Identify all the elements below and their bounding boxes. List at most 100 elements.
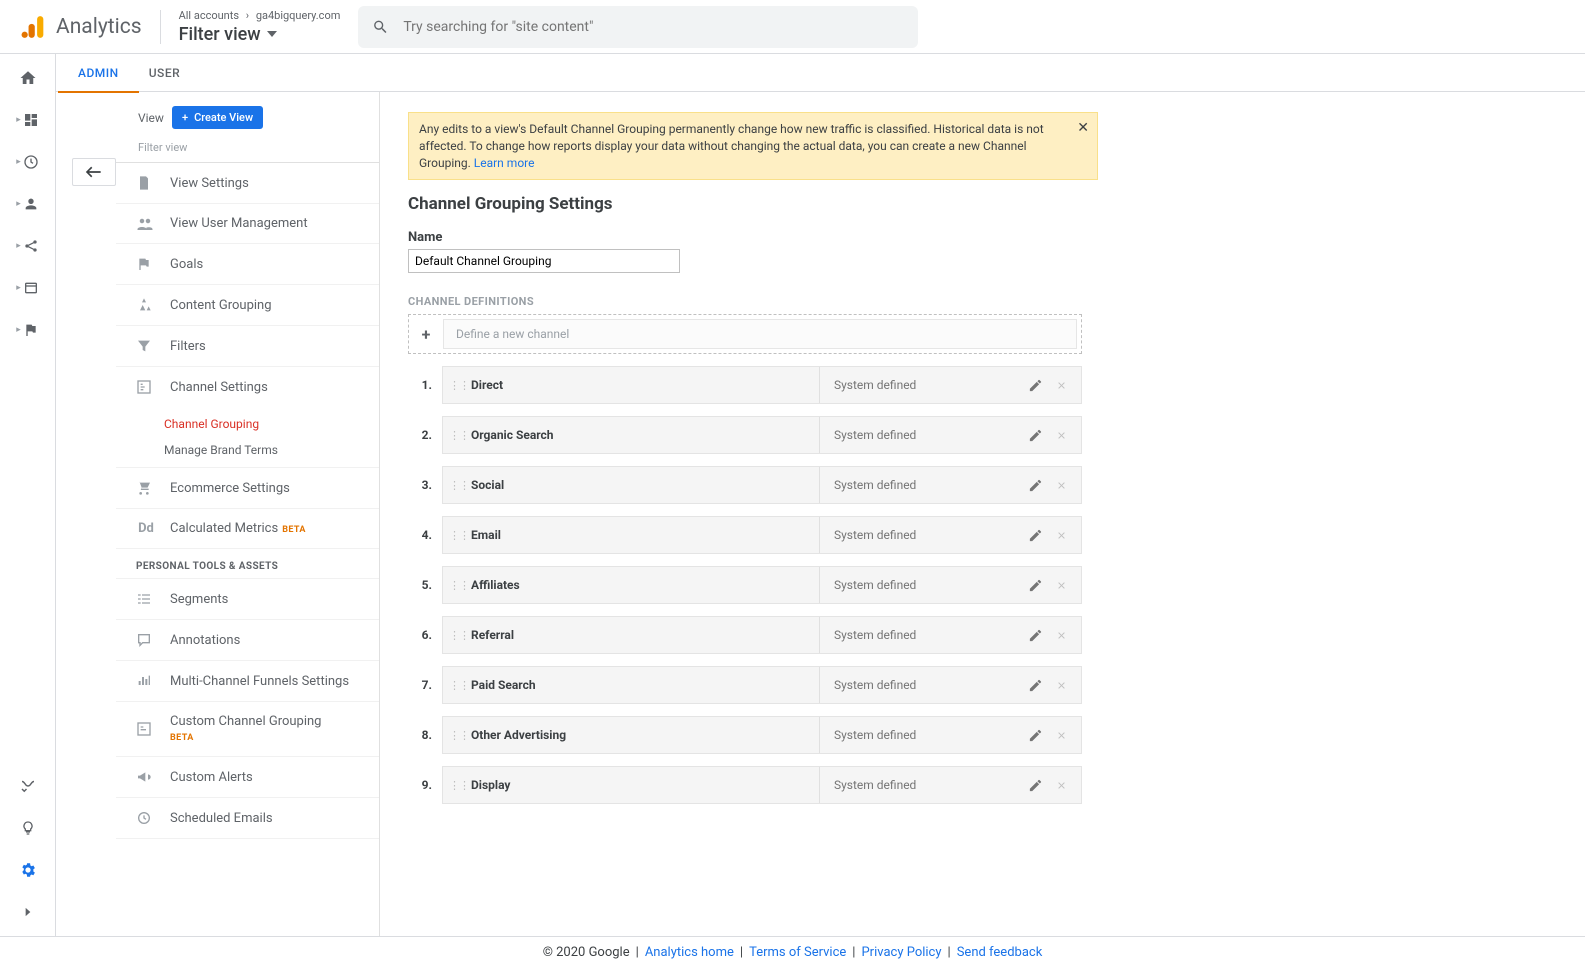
define-new-channel-prompt: Define a new channel — [443, 319, 1077, 349]
rail-behavior[interactable]: ▸ — [8, 274, 48, 302]
drag-handle-icon[interactable]: ⋮⋮ — [449, 729, 463, 742]
close-icon — [1056, 730, 1067, 741]
nav-segments[interactable]: Segments — [116, 578, 379, 620]
channel-row-body[interactable]: ⋮⋮ Other Advertising System defined — [442, 716, 1082, 754]
nav-view-settings[interactable]: View Settings — [116, 163, 379, 204]
nav-goals[interactable]: Goals — [116, 244, 379, 285]
drag-handle-icon[interactable]: ⋮⋮ — [449, 429, 463, 442]
channel-row-body[interactable]: ⋮⋮ Affiliates System defined — [442, 566, 1082, 604]
edit-button[interactable] — [1023, 773, 1047, 797]
back-button[interactable] — [72, 158, 116, 186]
account-picker[interactable]: All accounts › ga4bigquery.com Filter vi… — [179, 9, 341, 45]
delete-button[interactable] — [1049, 623, 1073, 647]
edit-button[interactable] — [1023, 473, 1047, 497]
attribution-icon — [19, 777, 37, 795]
delete-button[interactable] — [1049, 473, 1073, 497]
footer-feedback-link[interactable]: Send feedback — [957, 945, 1043, 960]
delete-button[interactable] — [1049, 573, 1073, 597]
annotation-icon — [136, 632, 156, 648]
pencil-icon — [1028, 628, 1043, 643]
edit-button[interactable] — [1023, 673, 1047, 697]
create-view-label: Create View — [194, 111, 253, 124]
channel-row: 2. ⋮⋮ Organic Search System defined — [408, 416, 1082, 454]
rail-admin[interactable] — [8, 856, 48, 884]
nav-scheduled-emails[interactable]: Scheduled Emails — [116, 798, 379, 839]
drag-handle-icon[interactable]: ⋮⋮ — [449, 379, 463, 392]
edit-button[interactable] — [1023, 373, 1047, 397]
nav-mcf-settings[interactable]: Multi-Channel Funnels Settings — [116, 661, 379, 702]
rail-realtime[interactable]: ▸ — [8, 148, 48, 176]
channel-row-body[interactable]: ⋮⋮ Paid Search System defined — [442, 666, 1082, 704]
sub-manage-brand-terms[interactable]: Manage Brand Terms — [164, 437, 379, 463]
channel-row-body[interactable]: ⋮⋮ Display System defined — [442, 766, 1082, 804]
drag-handle-icon[interactable]: ⋮⋮ — [449, 579, 463, 592]
rail-home[interactable] — [8, 64, 48, 92]
tab-user[interactable]: USER — [149, 54, 180, 92]
footer-analytics-home-link[interactable]: Analytics home — [645, 945, 734, 960]
grouping-name-input[interactable] — [408, 249, 680, 273]
delete-button[interactable] — [1049, 373, 1073, 397]
close-icon — [1056, 780, 1067, 791]
drag-handle-icon[interactable]: ⋮⋮ — [449, 679, 463, 692]
nav-custom-channel-grouping[interactable]: Custom Channel GroupingBETA — [116, 702, 379, 757]
nav-content-grouping[interactable]: Content Grouping — [116, 285, 379, 326]
nav-calculated-metrics[interactable]: Dd Calculated MetricsBETA — [116, 509, 379, 549]
channel-row-body[interactable]: ⋮⋮ Email System defined — [442, 516, 1082, 554]
delete-button[interactable] — [1049, 523, 1073, 547]
drag-handle-icon[interactable]: ⋮⋮ — [449, 479, 463, 492]
nav-filters[interactable]: Filters — [116, 326, 379, 367]
delete-button[interactable] — [1049, 423, 1073, 447]
define-new-channel-row[interactable]: + Define a new channel — [408, 314, 1082, 354]
edit-button[interactable] — [1023, 423, 1047, 447]
footer-privacy-link[interactable]: Privacy Policy — [861, 945, 941, 960]
chevron-right-icon — [21, 905, 35, 919]
rail-audience[interactable]: ▸ — [8, 190, 48, 218]
delete-button[interactable] — [1049, 773, 1073, 797]
rail-attribution[interactable] — [8, 772, 48, 800]
nav-annotations[interactable]: Annotations — [116, 620, 379, 661]
search-box[interactable] — [358, 6, 918, 48]
rail-collapse[interactable] — [8, 898, 48, 926]
crumb-prefix: All accounts — [179, 9, 239, 22]
back-arrow-icon — [84, 165, 104, 179]
content-grouping-icon — [136, 297, 156, 313]
edit-button[interactable] — [1023, 623, 1047, 647]
rail-acquisition[interactable]: ▸ — [8, 232, 48, 260]
nav-channel-settings[interactable]: Channel Settings — [116, 367, 379, 407]
rail-conversions[interactable]: ▸ — [8, 316, 48, 344]
dd-icon: Dd — [136, 521, 156, 536]
alert-close-button[interactable]: ✕ — [1077, 119, 1089, 139]
drag-handle-icon[interactable]: ⋮⋮ — [449, 529, 463, 542]
page-icon — [23, 280, 39, 296]
rail-customization[interactable]: ▸ — [8, 106, 48, 134]
nav-custom-alerts[interactable]: Custom Alerts — [116, 757, 379, 798]
drag-handle-icon[interactable]: ⋮⋮ — [449, 629, 463, 642]
nav-view-user-management[interactable]: View User Management — [116, 204, 379, 244]
nav-ecommerce-settings[interactable]: Ecommerce Settings — [116, 468, 379, 509]
footer-terms-link[interactable]: Terms of Service — [749, 945, 846, 960]
view-breadcrumb-small: Filter view — [116, 137, 379, 162]
channel-row-body[interactable]: ⋮⋮ Social System defined — [442, 466, 1082, 504]
delete-button[interactable] — [1049, 723, 1073, 747]
channel-definitions-label: CHANNEL DEFINITIONS — [408, 295, 1557, 308]
channel-row: 5. ⋮⋮ Affiliates System defined — [408, 566, 1082, 604]
delete-button[interactable] — [1049, 673, 1073, 697]
sub-channel-grouping[interactable]: Channel Grouping — [164, 411, 379, 437]
edit-button[interactable] — [1023, 573, 1047, 597]
channel-type: System defined — [820, 378, 1023, 392]
edit-button[interactable] — [1023, 723, 1047, 747]
tab-admin[interactable]: ADMIN — [78, 54, 119, 92]
edit-button[interactable] — [1023, 523, 1047, 547]
search-input[interactable] — [403, 19, 904, 35]
product-logo[interactable]: Analytics — [20, 13, 142, 41]
channel-row-body[interactable]: ⋮⋮ Organic Search System defined — [442, 416, 1082, 454]
alert-learn-more-link[interactable]: Learn more — [474, 156, 535, 170]
nav-label: Goals — [170, 257, 203, 272]
warning-alert: Any edits to a view's Default Channel Gr… — [408, 112, 1098, 180]
channel-row-body[interactable]: ⋮⋮ Referral System defined — [442, 616, 1082, 654]
channel-row-body[interactable]: ⋮⋮ Direct System defined — [442, 366, 1082, 404]
people-icon — [136, 217, 156, 231]
rail-discover[interactable] — [8, 814, 48, 842]
drag-handle-icon[interactable]: ⋮⋮ — [449, 779, 463, 792]
create-view-button[interactable]: + Create View — [172, 106, 263, 129]
